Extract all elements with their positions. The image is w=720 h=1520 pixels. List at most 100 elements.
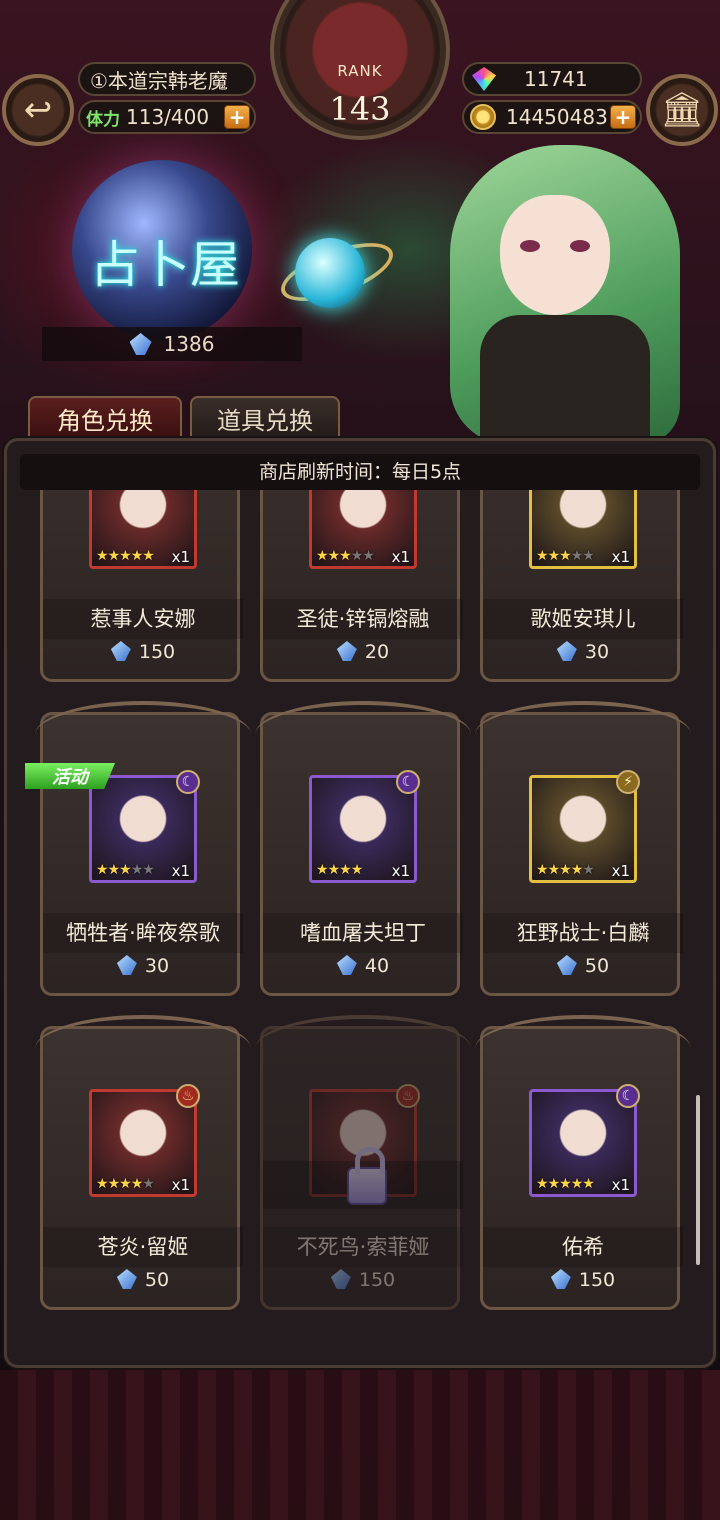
- character-face: [500, 195, 610, 315]
- tab-item-exchange[interactable]: 道具兑换: [190, 396, 340, 440]
- lock-icon: [347, 1147, 387, 1205]
- character-portrait[interactable]: ♨ ★★★★★ x1: [89, 1084, 200, 1197]
- item-grid[interactable]: ★★★★★ x1 惹事人安娜 150 ★★★★★ x1 圣徒·锌镉熔融 20 ★★★★★ x1 歌姬…: [20, 490, 700, 1360]
- item-name: 惹事人安娜: [43, 599, 243, 639]
- character-portrait[interactable]: ☾ ★★★★★ x1: [529, 1084, 640, 1197]
- item-card[interactable]: ♨ ★★★★★ x1 苍炎·留姬 50: [35, 1015, 251, 1310]
- character-portrait[interactable]: ★★★★★ x1: [529, 490, 637, 569]
- gold-bar: 14450483 +: [462, 100, 642, 134]
- top-bar: RANK 143 ↩ 🏛 ①本道宗韩老魔 体力 113/400 + 11741 …: [0, 0, 720, 160]
- character-portrait[interactable]: ☾ ★★★★★ x1: [89, 770, 200, 883]
- crystal-icon: [336, 641, 357, 661]
- crystal-icon: [556, 955, 577, 975]
- character-portrait[interactable]: ★★★★★ x1: [89, 490, 197, 569]
- star-rating: ★★★★★: [536, 548, 595, 564]
- star-icon: ★: [130, 548, 144, 564]
- star-icon: ★: [536, 548, 549, 564]
- moon-element-icon: ☾: [616, 1084, 640, 1108]
- crystal-balance: 1386: [163, 332, 215, 356]
- crystal-icon: [336, 955, 357, 975]
- item-name: 苍炎·留姬: [43, 1227, 243, 1267]
- character-portrait[interactable]: ★★★★★ x1: [309, 490, 417, 569]
- star-icon: ★: [327, 862, 341, 878]
- star-rating: ★★★★★: [536, 862, 595, 878]
- item-card[interactable]: ⚡ ★★★★★ x1 狂野战士·白麟 50: [475, 701, 691, 996]
- card-crest: [255, 701, 471, 735]
- star-icon: ★: [327, 548, 341, 564]
- star-icon: ★: [362, 548, 375, 564]
- item-card[interactable]: ☾ ★★★★ x1 嗜血屠夫坦丁 40: [255, 701, 471, 996]
- item-price: 150: [43, 641, 243, 663]
- card-crest: [475, 701, 691, 735]
- fire-element-icon: ♨: [396, 1084, 420, 1108]
- item-name: 圣徒·锌镉熔融: [263, 599, 463, 639]
- crystal-icon: [110, 641, 131, 661]
- star-icon: ★: [559, 548, 572, 564]
- item-name: 牺牲者·眸夜祭歌: [43, 913, 243, 953]
- star-icon: ★: [547, 548, 561, 564]
- rank-value: 143: [329, 90, 391, 128]
- item-price: 30: [43, 955, 243, 977]
- character-eye-left: [520, 240, 540, 252]
- item-card[interactable]: ♨ 不死鸟·索菲娅 150: [255, 1015, 471, 1310]
- star-icon: ★: [96, 862, 109, 878]
- item-name: 佑希: [483, 1227, 683, 1267]
- price-value: 30: [584, 641, 610, 663]
- star-icon: ★: [570, 548, 584, 564]
- item-price: 30: [483, 641, 683, 663]
- item-price: 40: [263, 955, 463, 977]
- refresh-time-text: 商店刷新时间：每日5点: [20, 454, 700, 490]
- item-quantity: x1: [171, 1176, 190, 1194]
- shop-title: 占卜屋: [90, 236, 240, 294]
- star-icon: ★: [107, 548, 121, 564]
- star-icon: ★: [582, 1176, 595, 1192]
- star-rating: ★★★★★: [96, 1176, 155, 1192]
- add-gold-button[interactable]: +: [610, 105, 636, 129]
- star-icon: ★: [130, 1176, 144, 1192]
- item-quantity: x1: [611, 1176, 630, 1194]
- rank-label: RANK: [337, 62, 383, 80]
- star-icon: ★: [107, 862, 121, 878]
- price-value: 30: [144, 955, 170, 977]
- item-price: 20: [263, 641, 463, 663]
- fortune-teller-character: [420, 145, 720, 445]
- star-icon: ★: [119, 1176, 132, 1192]
- moon-element-icon: ☾: [176, 770, 200, 794]
- pillar-hall-icon: 🏛: [660, 90, 704, 130]
- item-quantity: x1: [171, 862, 190, 880]
- star-icon: ★: [350, 548, 364, 564]
- star-icon: ★: [96, 548, 109, 564]
- price-value: 150: [138, 641, 176, 663]
- item-card[interactable]: ☾ ★★★★★ x1 佑希 150: [475, 1015, 691, 1310]
- gem-icon: [472, 67, 496, 91]
- back-button[interactable]: ↩: [2, 74, 74, 146]
- scrollbar[interactable]: [696, 1095, 700, 1265]
- star-icon: ★: [119, 548, 132, 564]
- player-name-plate[interactable]: ①本道宗韩老魔: [78, 62, 256, 96]
- star-icon: ★: [316, 548, 329, 564]
- tab-character-exchange[interactable]: 角色兑换: [28, 396, 182, 440]
- star-icon: ★: [96, 1176, 109, 1192]
- item-card[interactable]: ★★★★★ x1 歌姬安琪儿 30: [480, 490, 683, 682]
- character-portrait[interactable]: ☾ ★★★★ x1: [309, 770, 420, 883]
- item-quantity: x1: [391, 862, 410, 880]
- gold-count: 14450483: [506, 105, 608, 129]
- add-stamina-button[interactable]: +: [224, 105, 250, 129]
- gem-bar: 11741: [462, 62, 642, 96]
- star-icon: ★: [339, 862, 352, 878]
- item-card[interactable]: ☾ ★★★★★ x1 活动 牺牲者·眸夜祭歌 30: [25, 701, 251, 996]
- item-price: 150: [483, 1269, 683, 1291]
- item-card[interactable]: ★★★★★ x1 惹事人安娜 150: [40, 490, 243, 682]
- character-portrait[interactable]: ⚡ ★★★★★ x1: [529, 770, 640, 883]
- menu-button[interactable]: 🏛: [646, 74, 718, 146]
- price-value: 150: [358, 1269, 396, 1291]
- star-icon: ★: [559, 862, 572, 878]
- star-icon: ★: [559, 1176, 572, 1192]
- star-icon: ★: [119, 862, 132, 878]
- crystal-balance-bar: 1386: [42, 327, 302, 361]
- event-badge: 活动: [25, 763, 115, 789]
- item-card[interactable]: ★★★★★ x1 圣徒·锌镉熔融 20: [260, 490, 463, 682]
- crystal-icon: [129, 333, 152, 355]
- small-crystal-orb: [295, 238, 365, 308]
- price-value: 20: [364, 641, 390, 663]
